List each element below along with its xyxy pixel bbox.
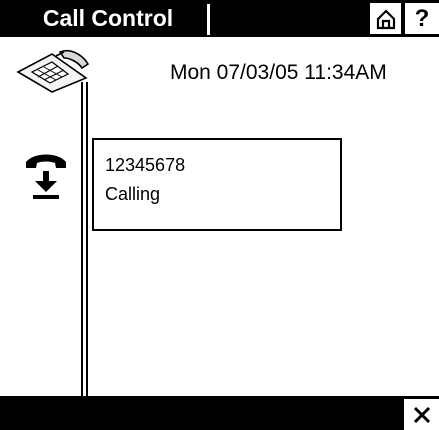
caller-number: 12345678 — [105, 155, 186, 175]
connector-line — [86, 82, 88, 398]
connector-line — [81, 82, 83, 398]
datetime-display: Mon 07/03/05 11:34AM — [170, 61, 387, 84]
help-button[interactable]: ? — [405, 3, 439, 34]
call-status: Calling — [105, 184, 161, 204]
bottom-bar — [0, 396, 439, 430]
home-button[interactable] — [370, 3, 401, 34]
close-button[interactable] — [404, 399, 439, 430]
app-title: Call Control — [42, 5, 174, 31]
call-info-panel: 12345678 Calling — [92, 138, 342, 231]
title-divider — [207, 4, 210, 35]
close-icon — [413, 406, 430, 423]
desk-phone-icon — [16, 49, 90, 93]
home-icon — [376, 8, 395, 29]
accept-call-icon[interactable] — [22, 150, 70, 202]
